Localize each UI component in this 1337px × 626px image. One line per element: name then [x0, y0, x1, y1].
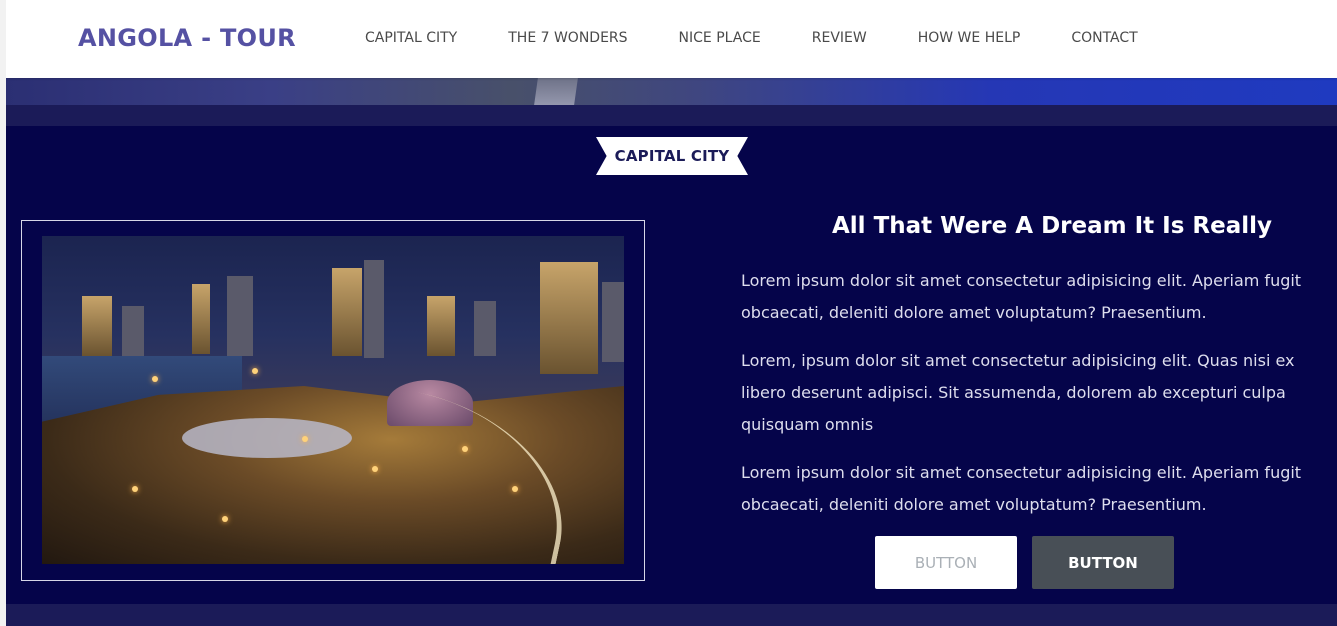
paragraph-1: Lorem ipsum dolor sit amet consectetur a… [741, 271, 1302, 322]
nav-link-nice-place[interactable]: NICE PLACE [679, 30, 761, 46]
section-band-top [6, 105, 1337, 126]
paragraph-2: Lorem, ipsum dolor sit amet consectetur … [741, 351, 1295, 434]
nav-links: CAPITAL CITY THE 7 WONDERS NICE PLACE RE… [365, 30, 1189, 46]
brand-logo[interactable]: ANGOLA - TOUR [78, 24, 296, 52]
nav-link-7-wonders[interactable]: THE 7 WONDERS [508, 30, 627, 46]
secondary-button[interactable]: BUTTON [875, 536, 1017, 589]
section-band-bottom [6, 604, 1337, 626]
navbar: ANGOLA - TOUR CAPITAL CITY THE 7 WONDERS… [6, 0, 1337, 78]
nav-link-contact[interactable]: CONTACT [1071, 30, 1137, 46]
hero-road-detail [534, 78, 578, 105]
section-ribbon: CAPITAL CITY [596, 137, 748, 175]
page: ANGOLA - TOUR CAPITAL CITY THE 7 WONDERS… [6, 0, 1337, 626]
nav-link-review[interactable]: REVIEW [812, 30, 867, 46]
nav-link-how-we-help[interactable]: HOW WE HELP [918, 30, 1021, 46]
ribbon-label: CAPITAL CITY [614, 147, 730, 165]
nav-link-capital-city[interactable]: CAPITAL CITY [365, 30, 457, 46]
section-heading: All That Were A Dream It Is Really [832, 213, 1272, 239]
capital-city-section: CAPITAL CITY All That Were A Dream It Is… [6, 126, 1337, 604]
luanda-night-photo [42, 236, 624, 564]
primary-button[interactable]: BUTTON [1032, 536, 1174, 589]
paragraph-3: Lorem ipsum dolor sit amet consectetur a… [741, 463, 1302, 514]
image-frame [21, 220, 645, 581]
hero-image-strip [6, 78, 1337, 105]
